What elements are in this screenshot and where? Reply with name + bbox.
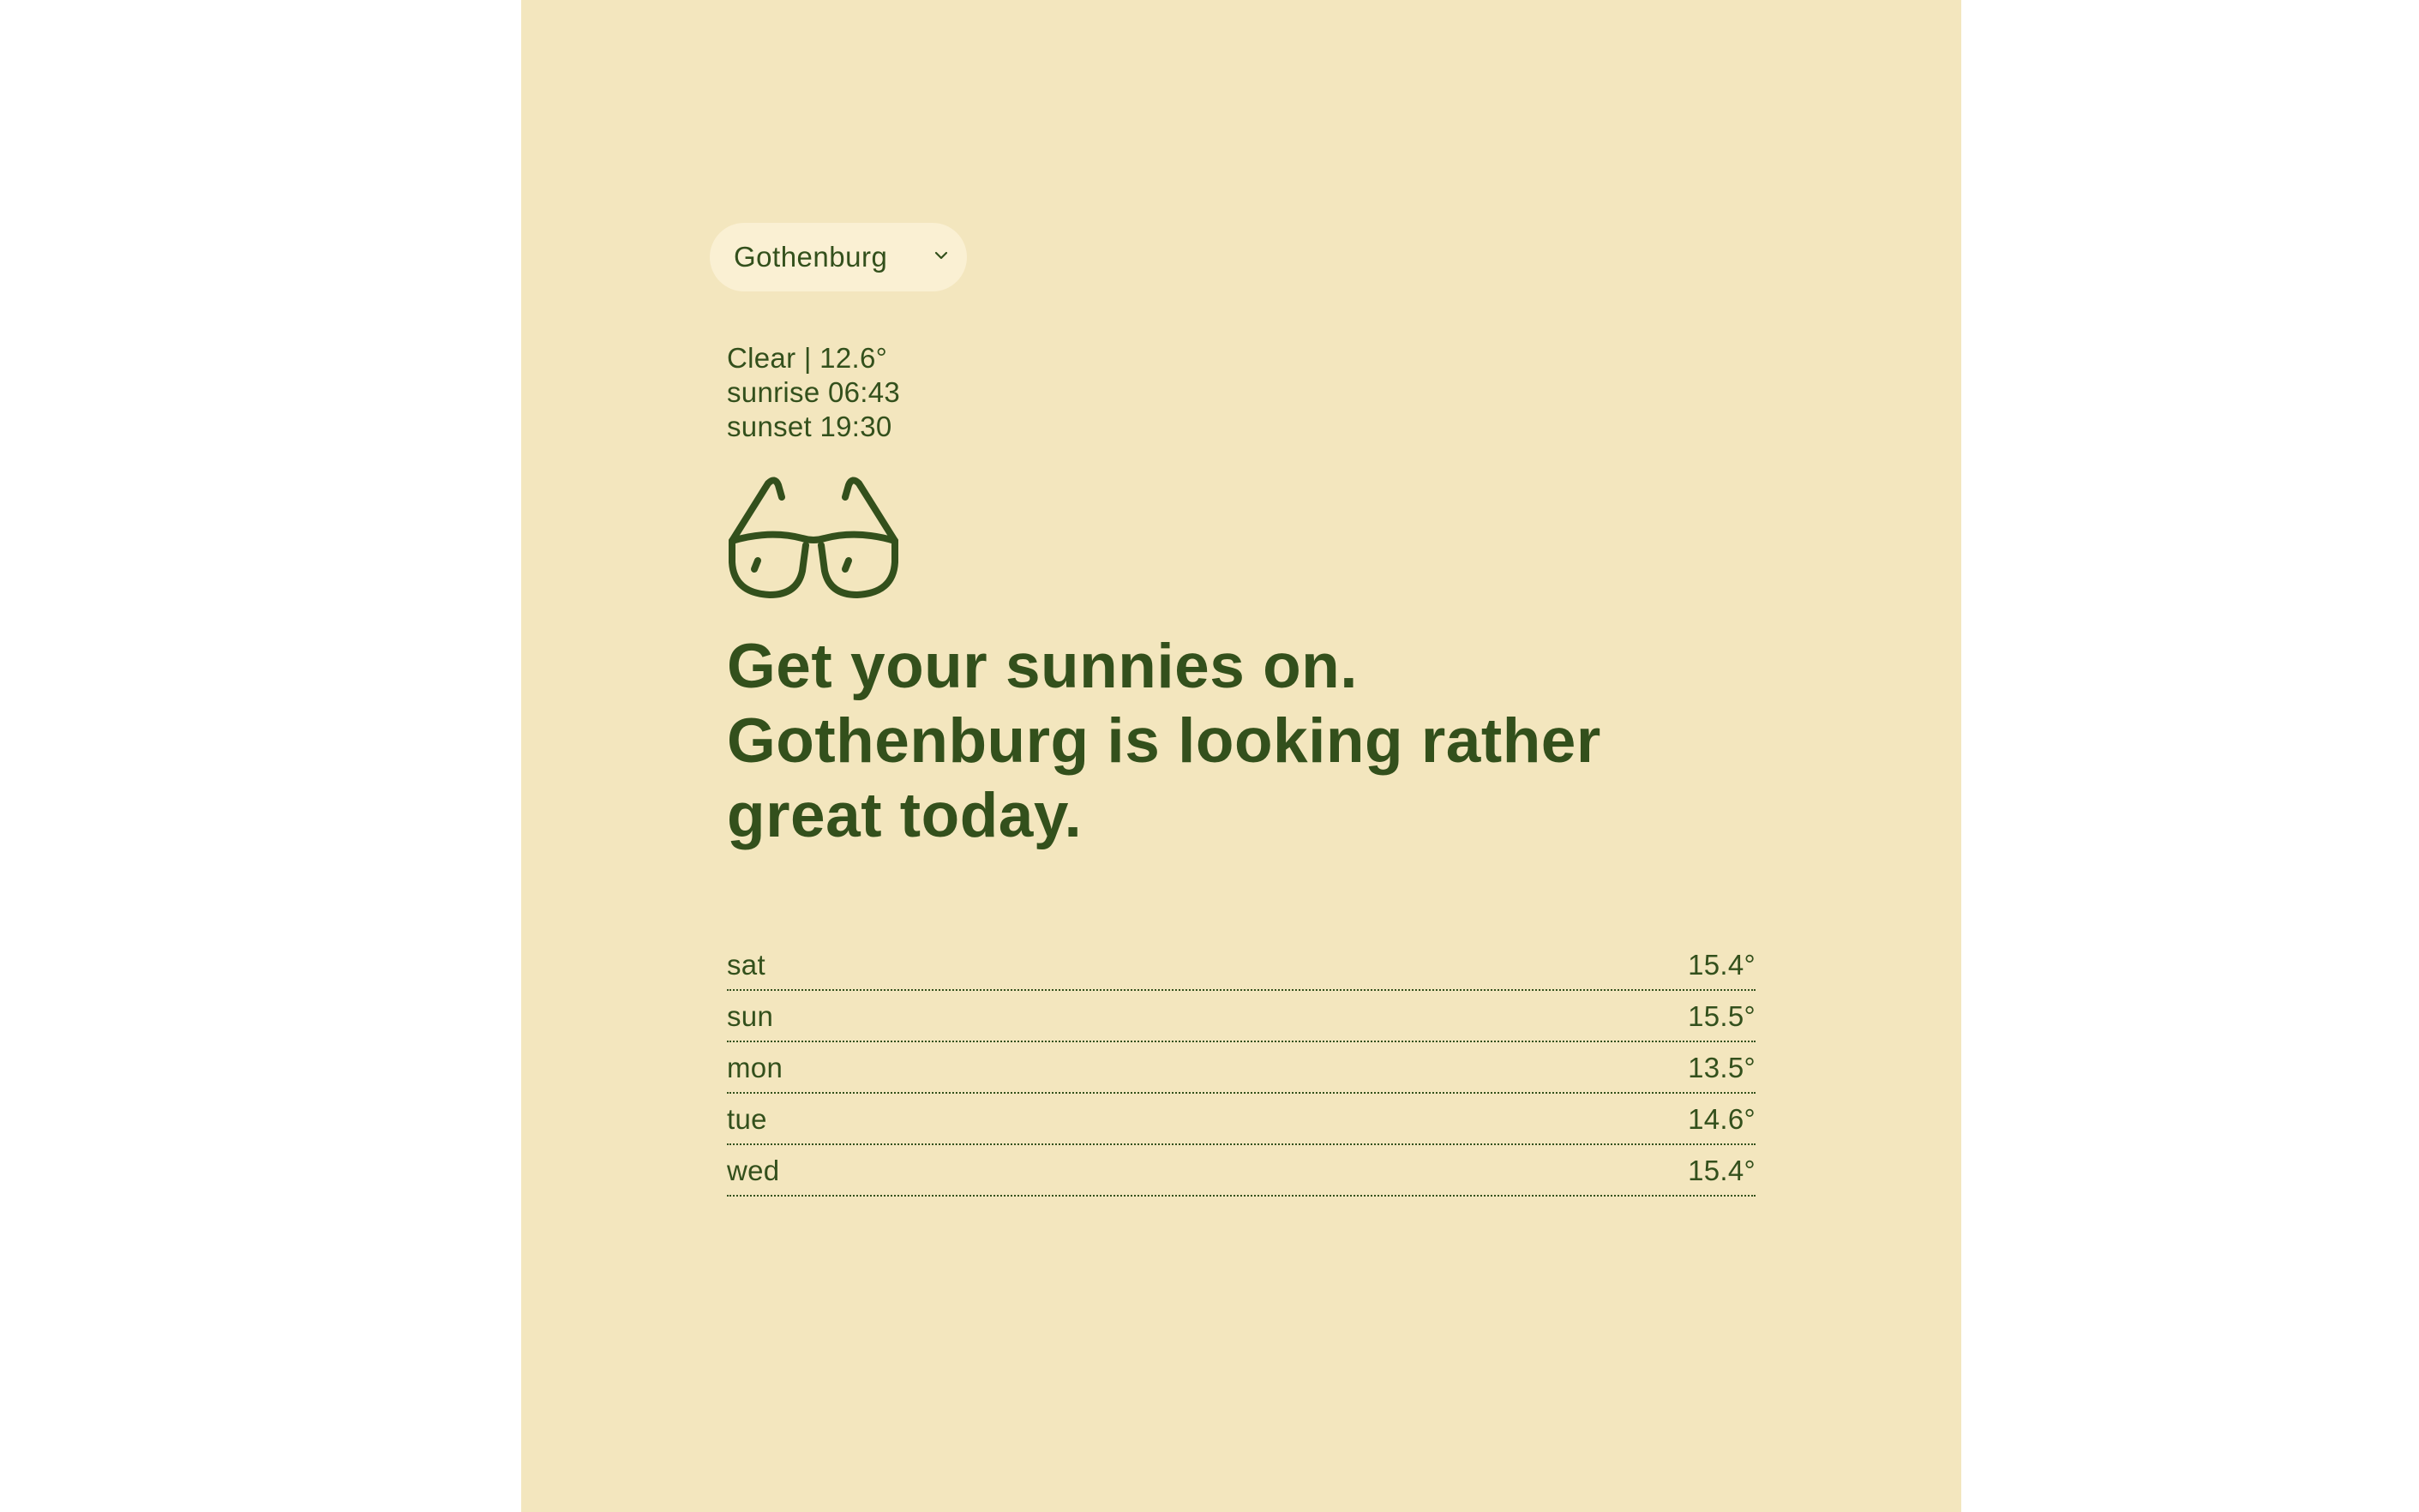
city-select-value: Gothenburg — [734, 241, 888, 273]
forecast-day: sat — [727, 949, 765, 981]
forecast-row: tue 14.6° — [727, 1094, 1756, 1145]
forecast-temp: 13.5° — [1688, 1052, 1756, 1083]
forecast-temp: 15.4° — [1688, 949, 1756, 981]
chevron-down-icon — [934, 251, 948, 260]
forecast-day: tue — [727, 1103, 767, 1135]
headline-line-3: great today. — [727, 781, 1083, 850]
sunrise-text: sunrise 06:43 — [727, 376, 901, 408]
current-conditions: Clear | 12.6° sunrise 06:43 sunset 19:30 — [727, 341, 900, 444]
forecast-day: mon — [727, 1052, 783, 1083]
weather-panel: Gothenburg Clear | 12.6° sunrise 06:43 s… — [521, 0, 1961, 1512]
sunglasses-icon — [729, 477, 898, 598]
forecast-row: sat 15.4° — [727, 939, 1756, 991]
headline-line-2: Gothenburg is looking rather — [727, 706, 1601, 776]
forecast-list: sat 15.4° sun 15.5° mon 13.5° tue 14.6° … — [727, 939, 1756, 1197]
condition-text: Clear | 12.6° — [727, 342, 888, 374]
forecast-temp: 15.4° — [1688, 1155, 1756, 1186]
city-select[interactable]: Gothenburg — [710, 223, 967, 291]
forecast-day: sun — [727, 1000, 774, 1032]
headline-line-1: Get your sunnies on. — [727, 632, 1359, 701]
forecast-row: wed 15.4° — [727, 1145, 1756, 1197]
sunset-text: sunset 19:30 — [727, 411, 892, 442]
forecast-row: sun 15.5° — [727, 991, 1756, 1042]
forecast-row: mon 13.5° — [727, 1042, 1756, 1094]
forecast-temp: 15.5° — [1688, 1000, 1756, 1032]
headline: Get your sunnies on. Gothenburg is looki… — [727, 629, 1790, 853]
forecast-temp: 14.6° — [1688, 1103, 1756, 1135]
forecast-day: wed — [727, 1155, 780, 1186]
